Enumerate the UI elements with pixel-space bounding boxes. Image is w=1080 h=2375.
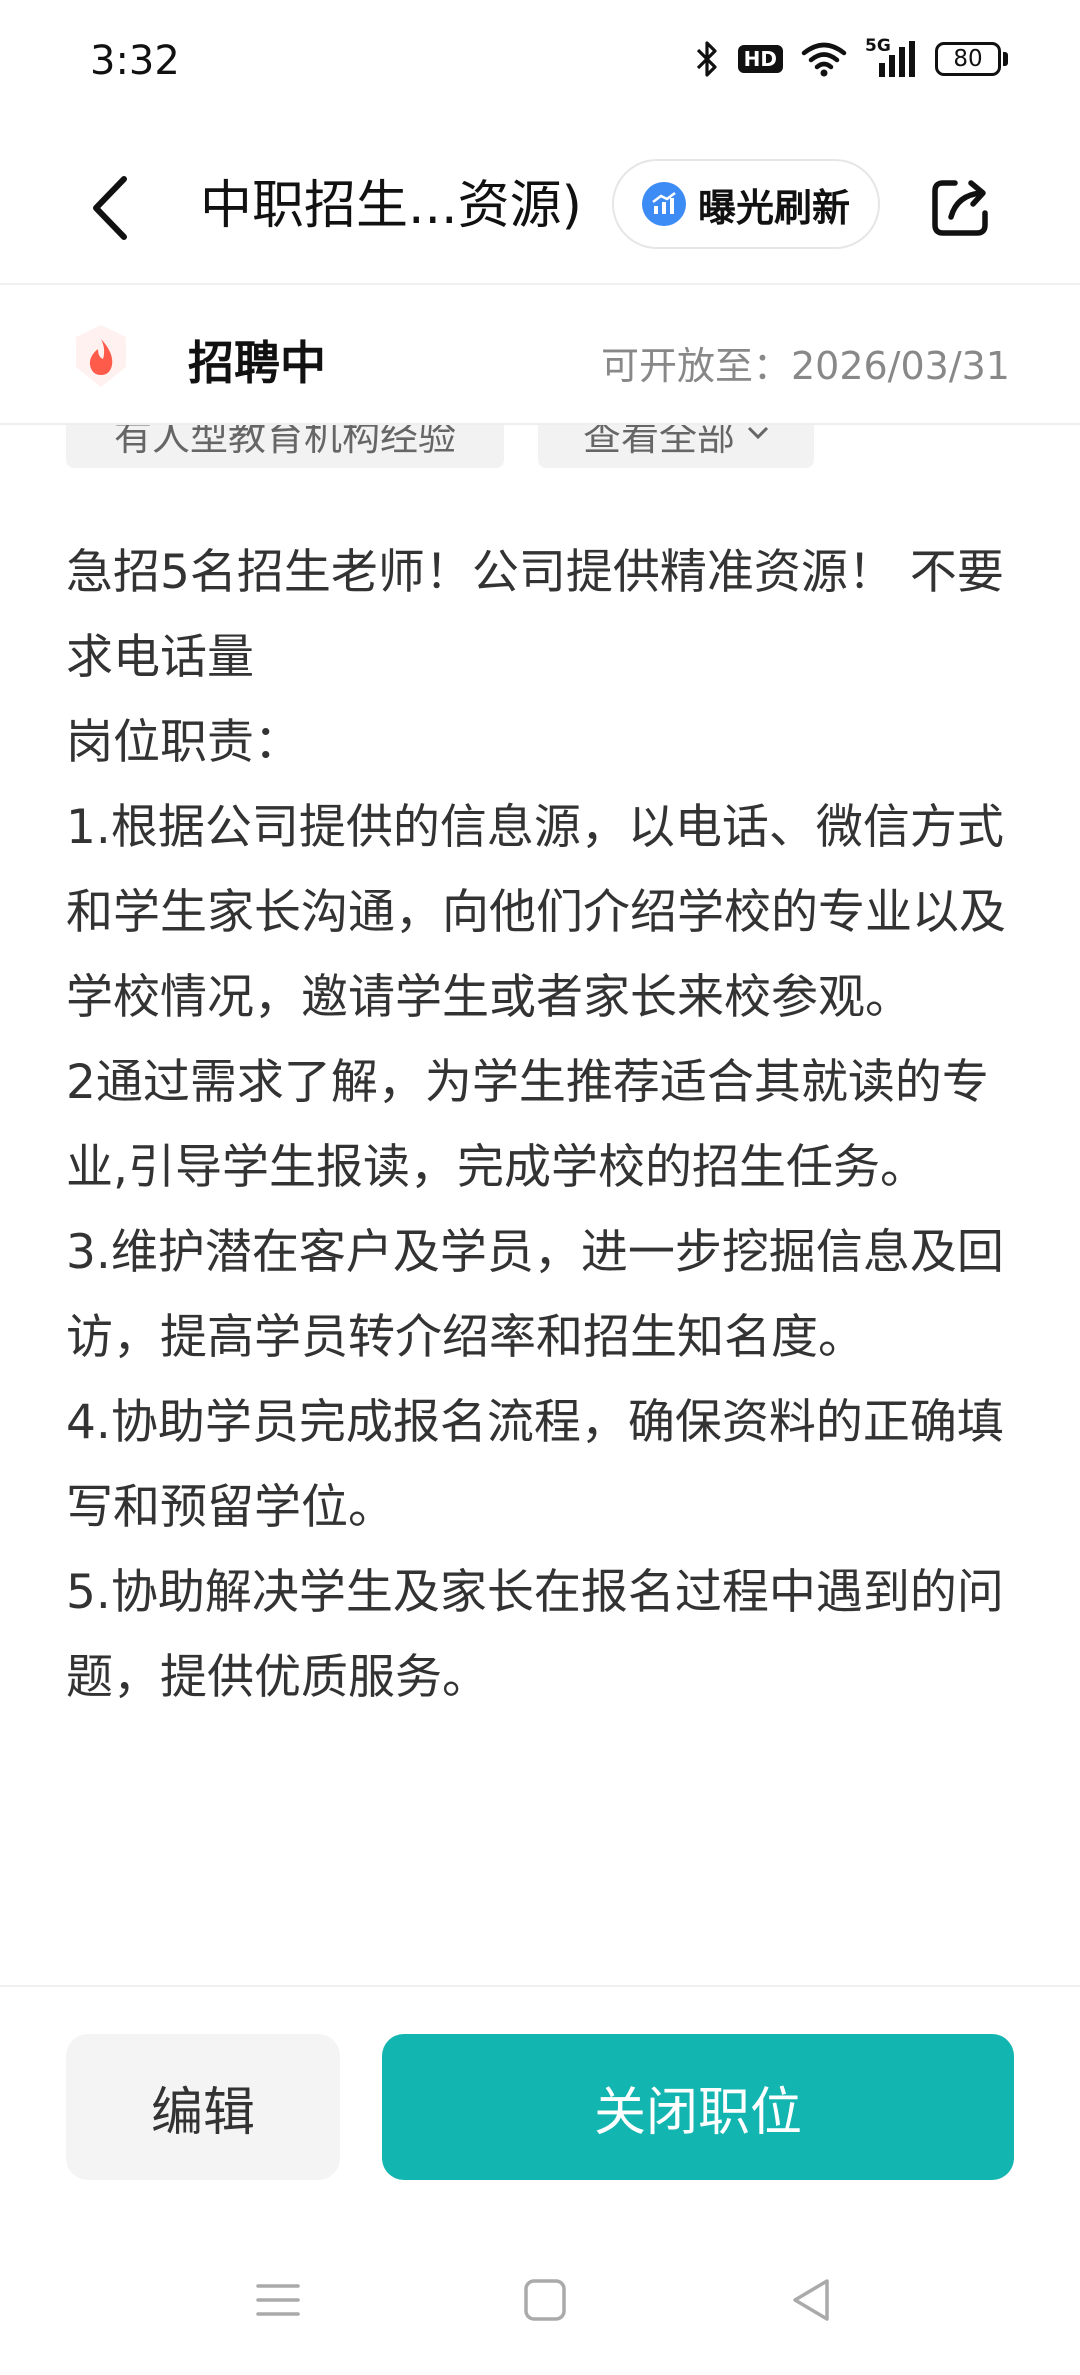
flame-icon	[70, 323, 132, 389]
share-button[interactable]	[920, 163, 1000, 253]
battery-level: 80	[935, 42, 1001, 76]
job-status-bar: 招聘中 可开放至：2026/03/31	[0, 285, 1080, 425]
hd-icon: HD	[737, 36, 783, 82]
recent-apps-button[interactable]	[243, 2270, 313, 2330]
open-until-date: 可开放至：2026/03/31	[600, 344, 1010, 388]
description-line: 急招5名招生老师！公司提供精准资源！ 不要求电话量	[66, 545, 1004, 685]
battery-icon: 80	[935, 36, 1008, 82]
bottom-divider	[0, 1985, 1080, 1987]
system-nav-bar	[0, 2250, 1080, 2350]
description-line: 2通过需求了解，为学生推荐适合其就读的专业,引导学生报读，完成学校的招生任务。	[66, 1055, 989, 1195]
exposure-refresh-button[interactable]: 曝光刷新	[612, 159, 880, 249]
menu-icon	[256, 2284, 300, 2316]
back-triangle-icon	[793, 2279, 829, 2321]
description-line: 5.协助解决学生及家长在报名过程中遇到的问题，提供优质服务。	[66, 1565, 1004, 1705]
page-title: 中职招生...资源)	[200, 176, 582, 236]
recruit-status: 招聘中	[188, 336, 326, 390]
description-line: 4.协助学员完成报名流程，确保资料的正确填写和预留学位。	[66, 1395, 1004, 1535]
description-line: 3.维护潜在客户及学员，进一步挖掘信息及回访，提高学员转介绍率和招生知名度。	[66, 1225, 1004, 1365]
header: 中职招生...资源) 曝光刷新	[0, 145, 1080, 270]
hd-label: HD	[737, 45, 783, 73]
status-time: 3:32	[90, 38, 180, 84]
status-row-divider	[0, 423, 1080, 425]
back-button[interactable]	[70, 163, 150, 253]
home-button[interactable]	[510, 2270, 580, 2330]
signal-5g-icon: 5G	[865, 36, 917, 82]
job-description: 急招5名招生老师！公司提供精准资源！ 不要求电话量 岗位职责： 1.根据公司提供…	[66, 530, 1016, 1720]
close-position-button[interactable]: 关闭职位	[382, 2034, 1014, 2180]
share-icon	[932, 180, 988, 236]
chevron-down-icon	[747, 426, 769, 440]
back-arrow-icon	[93, 176, 127, 240]
wifi-icon	[801, 36, 847, 82]
exposure-refresh-label: 曝光刷新	[697, 185, 850, 230]
edit-button[interactable]: 编辑	[66, 2034, 340, 2180]
description-line: 岗位职责：	[66, 715, 301, 770]
chart-icon	[641, 182, 686, 226]
status-bar: 3:32 HD 5G 80	[0, 0, 1080, 130]
network-label: 5G	[865, 36, 891, 56]
home-square-icon	[524, 2279, 566, 2321]
description-line: 1.根据公司提供的信息源，以电话、微信方式和学生家长沟通，向他们介绍学校的专业以…	[66, 800, 1006, 1025]
status-icons: HD 5G 80	[694, 36, 1008, 82]
system-back-button[interactable]	[776, 2270, 846, 2330]
bluetooth-icon	[694, 36, 720, 82]
